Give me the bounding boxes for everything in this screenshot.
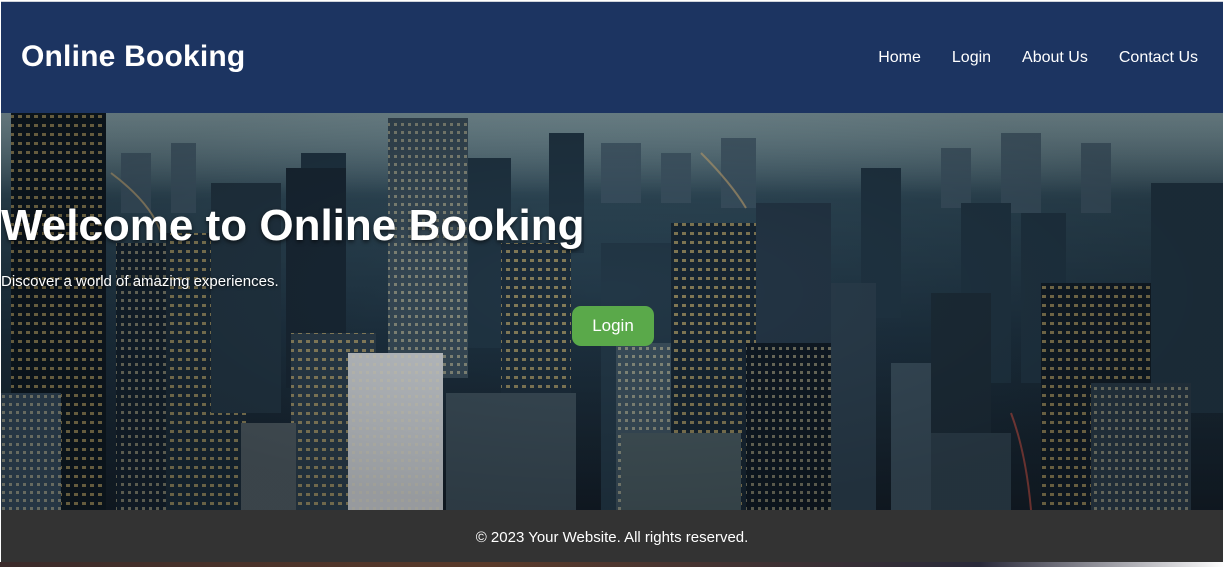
site-brand[interactable]: Online Booking xyxy=(21,40,245,74)
site-header: Online Booking Home Login About Us Conta… xyxy=(1,2,1223,113)
nav-about-link[interactable]: About Us xyxy=(1022,49,1088,67)
hero-subtitle: Discover a world of amazing experiences. xyxy=(1,273,279,290)
site-footer: © 2023 Your Website. All rights reserved… xyxy=(1,510,1223,564)
nav-contact-link[interactable]: Contact Us xyxy=(1119,49,1198,67)
hero-section: Welcome to Online Booking Discover a wor… xyxy=(1,113,1223,510)
nav-login-link[interactable]: Login xyxy=(952,49,991,67)
hero-login-button[interactable]: Login xyxy=(572,306,654,346)
page-frame: Online Booking Home Login About Us Conta… xyxy=(1,1,1223,564)
footer-copyright: © 2023 Your Website. All rights reserved… xyxy=(475,528,749,546)
nav-home-link[interactable]: Home xyxy=(878,49,921,67)
hero-title: Welcome to Online Booking xyxy=(1,201,585,250)
bottom-edge-strip xyxy=(0,562,1225,567)
main-nav: Home Login About Us Contact Us xyxy=(878,49,1198,67)
